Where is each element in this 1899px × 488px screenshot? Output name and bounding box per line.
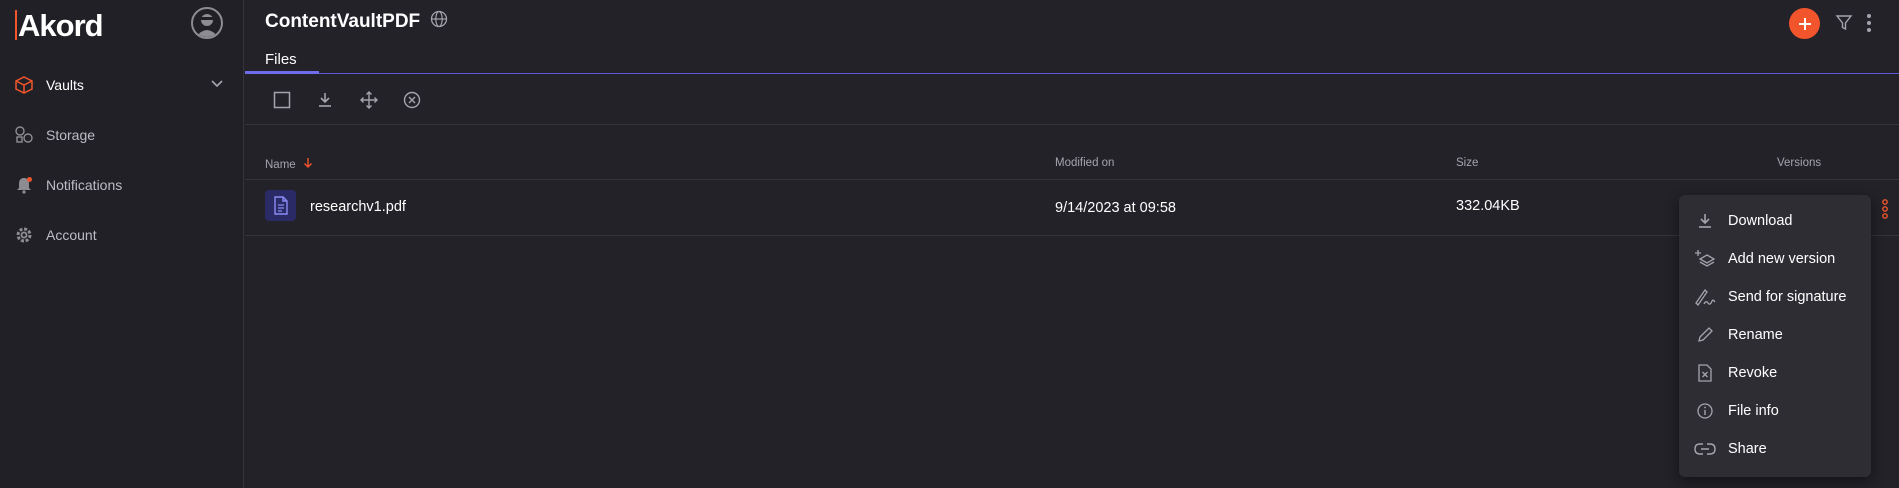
header-actions (1789, 8, 1899, 39)
move-icon[interactable] (358, 89, 380, 111)
add-button[interactable] (1789, 8, 1820, 39)
sidebar-item-label: Account (46, 227, 97, 243)
file-size: 332.04KB (1456, 198, 1520, 214)
sidebar: Akord Vaults Storage Notifications Accou (0, 0, 244, 488)
sort-arrow-down-icon (303, 158, 313, 171)
link-icon (1694, 438, 1716, 460)
tab-divider (245, 73, 1899, 74)
vault-icon (14, 75, 34, 95)
storage-icon (14, 125, 34, 145)
info-icon (1694, 400, 1716, 422)
main-content: ContentVaultPDF Files Name Modified on S… (245, 0, 1899, 488)
tab-active-indicator (245, 71, 319, 74)
download-icon (1694, 210, 1716, 232)
menu-item-download[interactable]: Download (1679, 203, 1871, 239)
sidebar-item-storage[interactable]: Storage (14, 120, 230, 150)
menu-item-revoke[interactable]: Revoke (1679, 355, 1871, 391)
globe-icon[interactable] (430, 10, 448, 34)
table-header: Name Modified on Size Versions (245, 157, 1899, 180)
tab-files[interactable]: Files (265, 51, 297, 68)
page-title: ContentVaultPDF (265, 10, 448, 34)
sidebar-item-account[interactable]: Account (14, 220, 230, 250)
row-more-options-icon[interactable] (1881, 198, 1889, 225)
add-version-icon (1694, 248, 1716, 270)
more-options-icon[interactable] (1865, 12, 1873, 39)
pdf-file-icon (265, 190, 296, 221)
sidebar-item-label: Notifications (46, 177, 123, 193)
menu-item-share[interactable]: Share (1679, 431, 1871, 467)
toolbar (245, 75, 1899, 125)
pencil-icon (1694, 324, 1716, 346)
download-icon[interactable] (314, 89, 336, 111)
column-header-modified[interactable]: Modified on (1055, 157, 1114, 169)
filter-icon[interactable] (1835, 14, 1853, 37)
avatar[interactable] (191, 7, 223, 39)
sidebar-item-vaults[interactable]: Vaults (14, 70, 230, 100)
menu-item-add-new-version[interactable]: Add new version (1679, 241, 1871, 277)
file-context-menu: Download Add new version Send for signat… (1679, 195, 1871, 477)
bell-icon (14, 175, 34, 195)
sidebar-item-notifications[interactable]: Notifications (14, 170, 230, 200)
gear-icon (14, 225, 34, 245)
menu-item-file-info[interactable]: File info (1679, 393, 1871, 429)
akord-logo[interactable]: Akord (15, 8, 104, 44)
file-modified: 9/14/2023 at 09:58 (1055, 200, 1176, 216)
revoke-icon[interactable] (401, 89, 423, 111)
sidebar-item-label: Vaults (46, 77, 84, 93)
column-header-name[interactable]: Name (265, 157, 313, 171)
column-header-size[interactable]: Size (1456, 157, 1478, 169)
sidebar-item-label: Storage (46, 127, 96, 143)
chevron-down-icon[interactable] (210, 77, 224, 94)
menu-item-send-for-signature[interactable]: Send for signature (1679, 279, 1871, 315)
table-row[interactable]: researchv1.pdf 9/14/2023 at 09:58 332.04… (245, 180, 1899, 236)
column-header-versions[interactable]: Versions (1777, 157, 1821, 169)
revoke-file-icon (1694, 362, 1716, 384)
select-all-checkbox[interactable] (271, 89, 293, 111)
signature-icon (1694, 286, 1716, 308)
file-name[interactable]: researchv1.pdf (310, 199, 406, 215)
menu-item-rename[interactable]: Rename (1679, 317, 1871, 353)
